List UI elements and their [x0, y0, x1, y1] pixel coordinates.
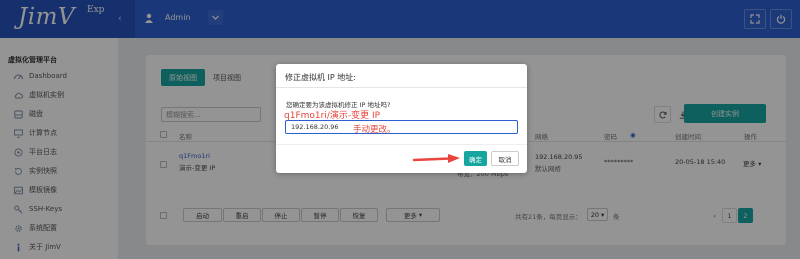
- annotation-arrow-icon: [412, 154, 460, 163]
- annotation-note: 手动更改。: [353, 125, 396, 135]
- confirm-button[interactable]: 确定: [464, 151, 487, 166]
- divider: [276, 87, 527, 88]
- ip-input[interactable]: 192.168.20.96: [285, 120, 518, 134]
- divider: [276, 144, 527, 145]
- change-ip-dialog: 修正虚拟机 IP 地址: 您确定要为该虚拟机修正 IP 地址吗? q1Fmo1r…: [276, 64, 527, 173]
- dialog-title: 修正虚拟机 IP 地址:: [285, 73, 356, 82]
- cancel-button[interactable]: 取消: [491, 151, 519, 166]
